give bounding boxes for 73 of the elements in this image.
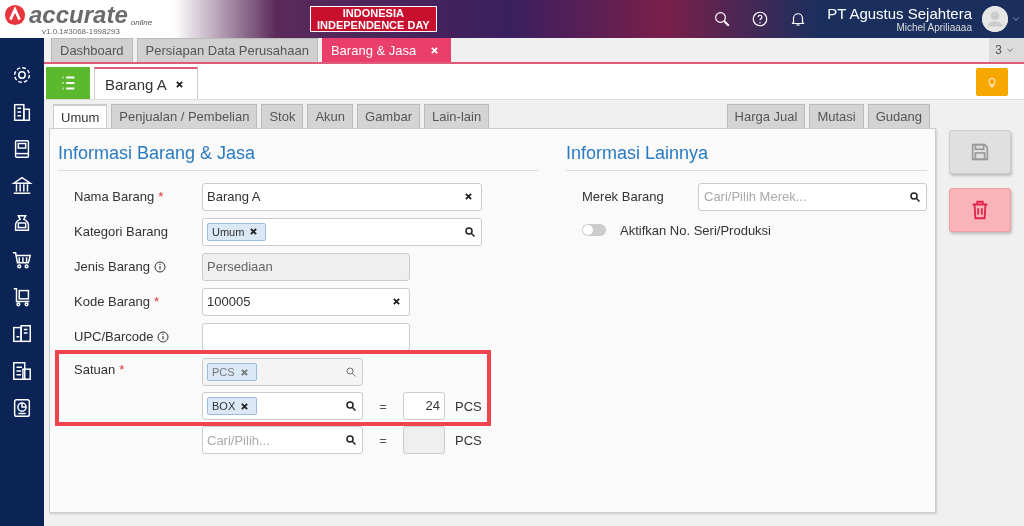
search-icon[interactable]: [713, 10, 732, 28]
unit-select-field[interactable]: BOX: [202, 392, 363, 420]
section-title: Informasi Barang & Jasa: [58, 143, 538, 171]
remove-icon[interactable]: [249, 227, 259, 236]
logo-text: accurate: [29, 2, 128, 27]
text-field[interactable]: [202, 322, 410, 351]
field-label: Kode Barang *: [74, 294, 159, 309]
info-icon[interactable]: [153, 260, 166, 273]
document-tab[interactable]: Dashboard: [51, 38, 133, 62]
form-tab[interactable]: Umum: [53, 104, 108, 128]
ratio-field[interactable]: 24: [403, 392, 445, 420]
form-tab[interactable]: Harga Jual: [726, 104, 806, 128]
search-icon[interactable]: [345, 434, 357, 446]
search-icon[interactable]: [345, 400, 357, 412]
save-icon: [969, 141, 991, 163]
gear-icon[interactable]: [11, 64, 33, 86]
tab-count-dropdown[interactable]: 3: [989, 38, 1024, 62]
form-tab[interactable]: Stok: [261, 104, 304, 128]
remove-icon[interactable]: [240, 401, 250, 411]
banner-text: INDEPENDENCE DAY: [317, 19, 430, 31]
tax-document-icon[interactable]: [11, 360, 33, 382]
lightbulb-icon: [986, 75, 998, 88]
item-tab[interactable]: Barang A: [94, 67, 198, 99]
field-label: Satuan *: [74, 362, 125, 377]
version-text: v1.0.1#3068-1998293: [41, 26, 121, 36]
search-icon[interactable]: [464, 225, 476, 238]
selected-tag[interactable]: Umum: [207, 222, 267, 241]
caret-icon: [1006, 46, 1014, 54]
selected-tag[interactable]: BOX: [207, 397, 258, 415]
equals-sign: =: [378, 432, 388, 448]
readonly-field: Persediaan: [202, 252, 410, 281]
user-name: Michel Apriliaaaa: [896, 22, 972, 33]
company-name[interactable]: PT Agustus Sejahtera: [827, 5, 972, 22]
building-icon[interactable]: [11, 101, 33, 123]
unit-label: PCS: [455, 432, 482, 448]
ratio-field[interactable]: [403, 426, 445, 454]
help-icon[interactable]: [751, 10, 770, 28]
field-label: Merek Barang: [582, 189, 665, 204]
text-field[interactable]: 100005: [202, 287, 410, 316]
form-tab[interactable]: Penjualan / Pembelian: [111, 104, 258, 128]
toggle-label: Aktifkan No. Seri/Produksi: [620, 222, 771, 238]
bank-icon[interactable]: [11, 175, 33, 197]
search-icon[interactable]: [909, 190, 921, 203]
text-field[interactable]: Barang A: [202, 182, 482, 211]
form-tab[interactable]: Gambar: [357, 104, 420, 128]
toggle-switch[interactable]: [582, 224, 606, 236]
warehouse-icon[interactable]: [11, 323, 33, 345]
delete-button[interactable]: [949, 188, 1011, 232]
report-chart-icon[interactable]: [11, 397, 33, 419]
form-tab[interactable]: Akun: [307, 104, 354, 128]
clear-icon[interactable]: [464, 192, 473, 201]
form-tab[interactable]: Gudang: [867, 104, 930, 128]
field-label: UPC/Barcode: [74, 329, 154, 344]
logo-icon: [4, 3, 26, 26]
unit-label: PCS: [455, 398, 482, 414]
document-tab[interactable]: Persiapan Data Perusahaan: [136, 38, 318, 62]
form-tab[interactable]: Mutasi: [809, 104, 864, 128]
logo-subtitle: online: [130, 17, 153, 27]
caret-icon[interactable]: [1012, 15, 1020, 23]
clear-icon[interactable]: [392, 297, 401, 306]
info-icon[interactable]: [157, 330, 170, 343]
document-tab[interactable]: Barang & Jasa: [321, 38, 452, 62]
section-title: Informasi Lainnya: [566, 143, 927, 171]
tag-select-field[interactable]: Umum: [202, 217, 482, 246]
banner-text: INDONESIA: [342, 7, 404, 19]
field-label: Kategori Barang: [74, 224, 168, 239]
cart-icon[interactable]: [11, 249, 33, 271]
field-label: Nama Barang *: [74, 189, 164, 204]
form-tab[interactable]: Lain-lain: [424, 104, 490, 128]
close-icon[interactable]: [174, 79, 184, 89]
equals-sign: =: [378, 398, 388, 414]
field-label: Jenis Barang: [74, 259, 150, 274]
avatar-icon[interactable]: [982, 6, 1008, 32]
